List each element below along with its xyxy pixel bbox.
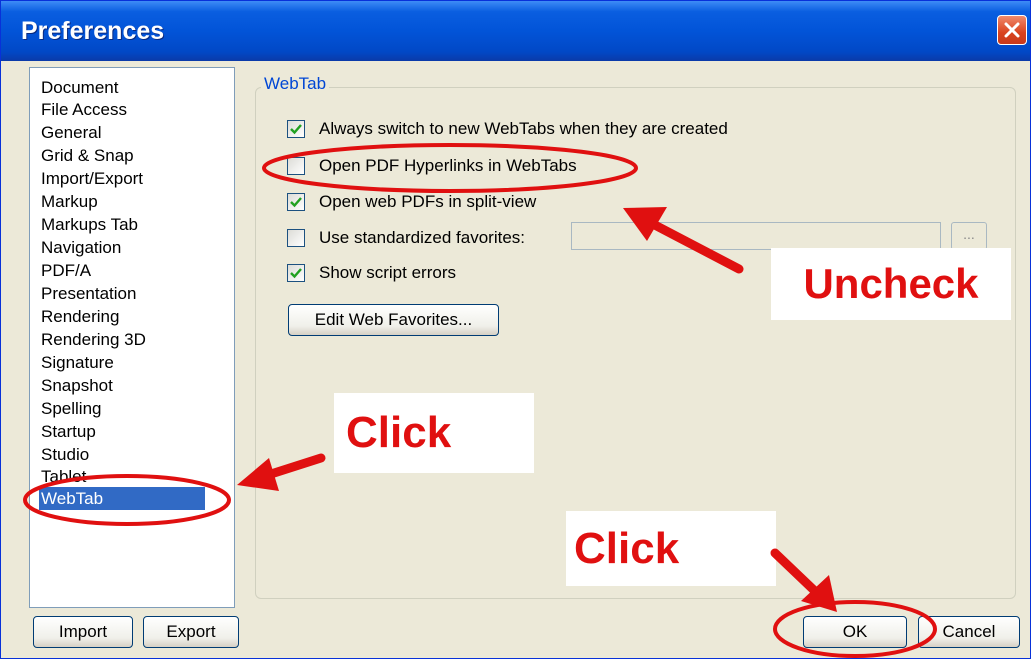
cancel-button[interactable]: Cancel [918, 616, 1020, 648]
sidebar-item-rendering[interactable]: Rendering [41, 305, 119, 328]
checkbox-show-script-errors[interactable] [287, 264, 305, 282]
group-title: WebTab [261, 74, 330, 94]
option-label: Show script errors [319, 263, 456, 282]
option-label: Always switch to new WebTabs when they a… [319, 119, 728, 138]
checkmark-icon [290, 268, 302, 279]
sidebar-item-markup[interactable]: Markup [41, 190, 98, 213]
sidebar-item-webtab[interactable]: WebTab [39, 487, 205, 510]
checkbox-standardized-favorites[interactable] [287, 229, 305, 247]
sidebar-item-signature[interactable]: Signature [41, 351, 114, 374]
sidebar-item-general[interactable]: General [41, 121, 101, 144]
option-label: Use standardized favorites: [319, 228, 525, 247]
checkbox-open-pdf-hyperlinks[interactable] [287, 157, 305, 175]
sidebar-item-pdfa[interactable]: PDF/A [41, 259, 91, 282]
window-title: Preferences [21, 17, 165, 45]
option-label: Open PDF Hyperlinks in WebTabs [319, 156, 577, 175]
annotation-uncheck: Uncheck [771, 248, 1011, 320]
sidebar-item-markups-tab[interactable]: Markups Tab [41, 213, 138, 236]
sidebar-item-document[interactable]: Document [41, 76, 118, 99]
sidebar-item-import-export[interactable]: Import/Export [41, 167, 143, 190]
import-button[interactable]: Import [33, 616, 133, 648]
sidebar-item-spelling[interactable]: Spelling [41, 397, 102, 420]
option-standardized-favorites[interactable]: Use standardized favorites: [287, 227, 525, 249]
sidebar-item-file-access[interactable]: File Access [41, 98, 127, 121]
option-show-script-errors[interactable]: Show script errors [287, 262, 456, 284]
annotation-click-ok: Click [566, 511, 776, 586]
favorites-path-field[interactable] [571, 222, 941, 250]
checkbox-always-switch[interactable] [287, 120, 305, 138]
option-open-pdf-hyperlinks[interactable]: Open PDF Hyperlinks in WebTabs [287, 155, 577, 177]
export-button[interactable]: Export [143, 616, 239, 648]
sidebar-item-snapshot[interactable]: Snapshot [41, 374, 113, 397]
sidebar-item-studio[interactable]: Studio [41, 443, 89, 466]
annotation-click-sidebar: Click [334, 393, 534, 473]
preferences-dialog: Preferences Document File Access General… [0, 0, 1031, 659]
browse-button[interactable]: ... [951, 222, 987, 250]
sidebar-item-grid-snap[interactable]: Grid & Snap [41, 144, 134, 167]
option-label: Open web PDFs in split-view [319, 192, 537, 211]
sidebar-item-tablet[interactable]: Tablet [41, 465, 86, 488]
checkbox-split-view[interactable] [287, 193, 305, 211]
sidebar-item-presentation[interactable]: Presentation [41, 282, 136, 305]
edit-web-favorites-button[interactable]: Edit Web Favorites... [288, 304, 499, 336]
close-button[interactable] [997, 15, 1027, 45]
sidebar-item-navigation[interactable]: Navigation [41, 236, 121, 259]
checkmark-icon [290, 124, 302, 135]
sidebar-item-rendering-3d[interactable]: Rendering 3D [41, 328, 146, 351]
title-bar[interactable]: Preferences [1, 1, 1030, 61]
option-split-view[interactable]: Open web PDFs in split-view [287, 191, 536, 213]
sidebar-item-startup[interactable]: Startup [41, 420, 96, 443]
ok-button[interactable]: OK [803, 616, 907, 648]
category-list[interactable]: Document File Access General Grid & Snap… [29, 67, 235, 608]
option-always-switch[interactable]: Always switch to new WebTabs when they a… [287, 118, 728, 140]
close-icon [1004, 22, 1020, 38]
checkmark-icon [290, 197, 302, 208]
